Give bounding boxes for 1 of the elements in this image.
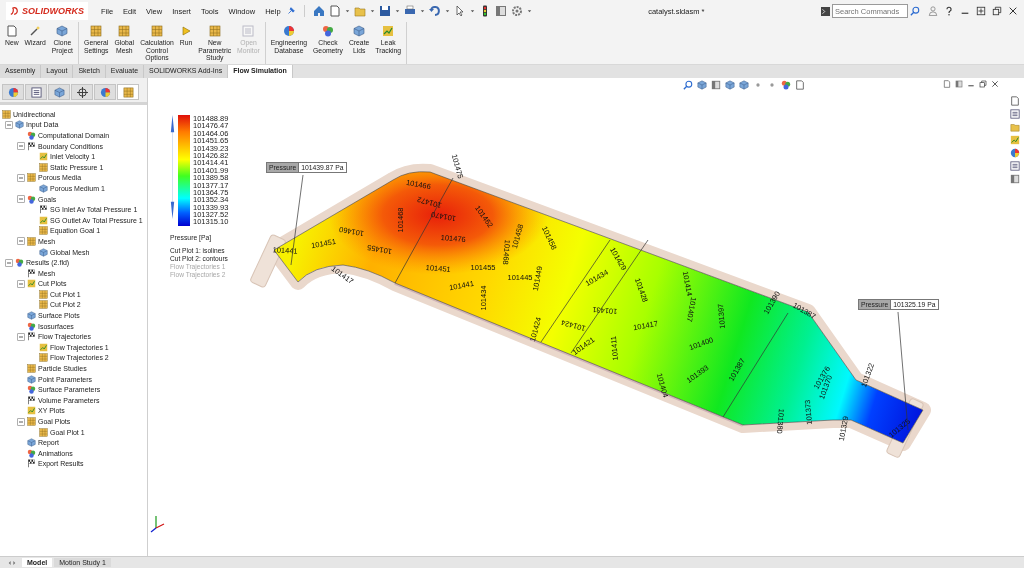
app-logo: SOLIDWORKS — [22, 6, 84, 16]
